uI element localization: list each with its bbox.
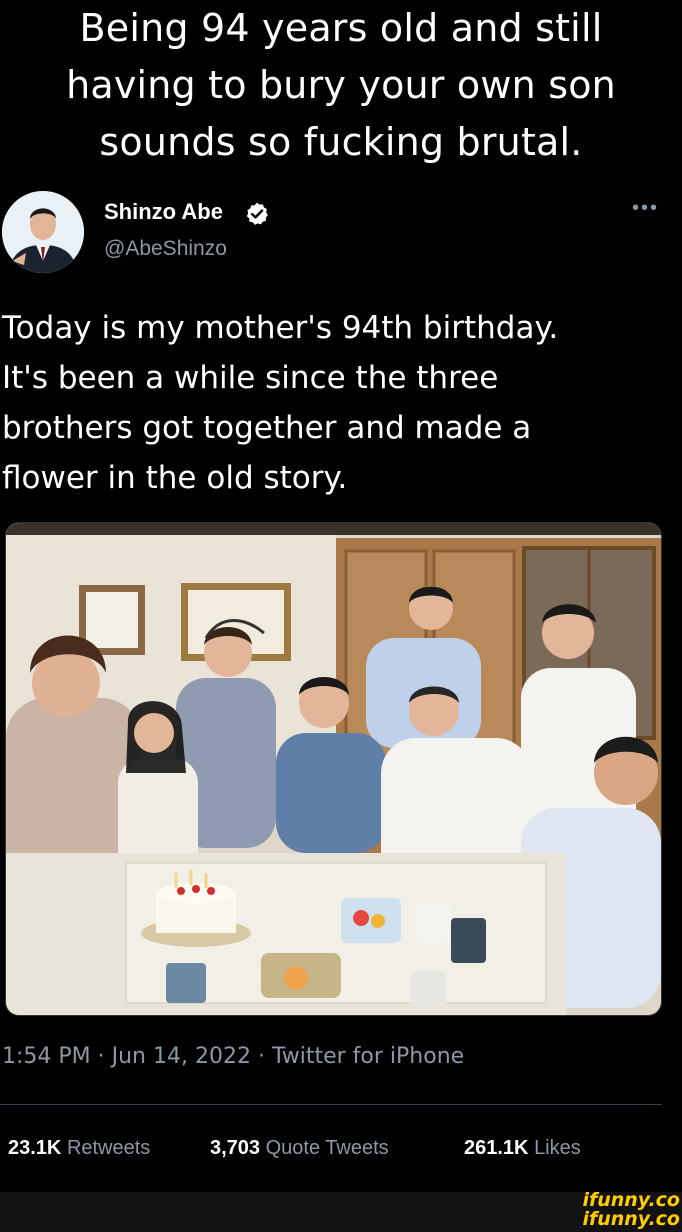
tweet-text: Today is my mother's 94th birthday. It's… <box>2 303 672 503</box>
verified-badge-icon <box>246 202 268 225</box>
quote-tweets-label: Quote Tweets <box>265 1137 389 1159</box>
likes-label: Likes <box>534 1137 581 1159</box>
watermark-line: ifunny.co <box>582 1208 680 1230</box>
profile-avatar-icon <box>2 191 84 273</box>
caption-line: having to bury your own son <box>66 63 616 107</box>
caption-line: sounds so fucking brutal. <box>99 120 583 164</box>
likes-count: 261.1K <box>464 1137 529 1159</box>
birthday-party-photo <box>6 523 661 1015</box>
tweet-text-line: flower in the old story. <box>2 460 348 496</box>
ifunny-watermark: ifunny.co ifunny.co <box>582 1191 680 1229</box>
stats-divider <box>0 1104 662 1105</box>
tweet-photo[interactable] <box>5 522 662 1016</box>
retweets-label: Retweets <box>66 1137 151 1159</box>
footer-bar <box>0 1192 682 1232</box>
tweet-text-line: brothers got together and made a <box>2 410 532 446</box>
caption-line: Being 94 years old and still <box>79 6 603 50</box>
author-name[interactable]: Shinzo Abe <box>104 199 223 225</box>
author-avatar[interactable] <box>2 191 84 273</box>
tweet-text-line: Today is my mother's 94th birthday. <box>2 310 559 346</box>
retweets-stat[interactable]: 23.1K Retweets <box>8 1137 150 1160</box>
author-handle[interactable]: @AbeShinzo <box>104 237 227 261</box>
more-options-icon[interactable]: ••• <box>632 197 659 220</box>
tweet-text-line: It's been a while since the three <box>2 360 499 396</box>
retweets-count: 23.1K <box>8 1137 62 1159</box>
tweet-timestamp[interactable]: 1:54 PM · Jun 14, 2022 · Twitter for iPh… <box>2 1044 464 1069</box>
likes-stat[interactable]: 261.1K Likes <box>464 1137 581 1160</box>
quote-tweets-stat[interactable]: 3,703 Quote Tweets <box>210 1137 389 1160</box>
meme-caption: Being 94 years old and still having to b… <box>0 0 682 171</box>
quote-tweets-count: 3,703 <box>210 1137 261 1159</box>
